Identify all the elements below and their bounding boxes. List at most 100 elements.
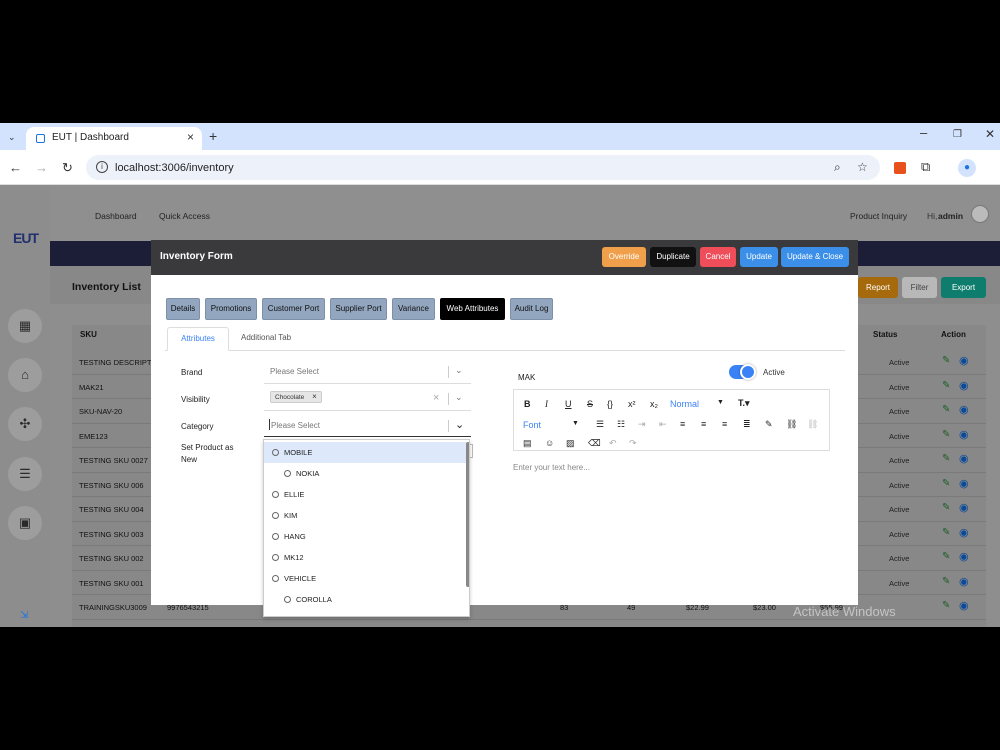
edit-pencil-icon[interactable]: ✎ xyxy=(942,527,950,538)
undo-icon[interactable]: ↶ xyxy=(609,438,617,448)
view-eye-icon[interactable]: ◉ xyxy=(959,575,969,588)
tab-details[interactable]: Details xyxy=(166,298,200,320)
caret-down-icon[interactable]: ▼ xyxy=(572,419,579,429)
chip-remove-icon[interactable]: × xyxy=(312,392,317,401)
tab-audit-log[interactable]: Audit Log xyxy=(510,298,553,320)
view-eye-icon[interactable]: ◉ xyxy=(959,428,969,441)
editor-textarea[interactable]: Enter your text here... xyxy=(513,463,590,472)
browser-tab[interactable]: EUT | Dashboard × xyxy=(26,127,202,150)
nav-quick-access[interactable]: Quick Access xyxy=(159,211,210,221)
cancel-button[interactable]: Cancel xyxy=(700,247,736,267)
bookmark-star-icon[interactable]: ☆ xyxy=(857,160,868,174)
tab-variance[interactable]: Variance xyxy=(392,298,435,320)
edit-pencil-icon[interactable]: ✎ xyxy=(942,502,950,513)
reload-icon[interactable]: ↻ xyxy=(62,161,73,175)
network-icon[interactable]: ✣ xyxy=(8,407,42,441)
close-window-icon[interactable]: ✕ xyxy=(985,127,995,141)
profile-icon[interactable]: ● xyxy=(958,159,976,177)
edit-pencil-icon[interactable]: ✎ xyxy=(942,355,950,366)
strikethrough-icon[interactable]: S xyxy=(587,399,593,409)
view-eye-icon[interactable]: ◉ xyxy=(959,599,969,612)
align-left-icon[interactable]: ≡ xyxy=(680,419,685,429)
edit-pencil-icon[interactable]: ✎ xyxy=(942,478,950,489)
new-tab-icon[interactable]: + xyxy=(209,129,217,143)
briefcase-icon[interactable]: ▣ xyxy=(8,506,42,540)
superscript-icon[interactable]: x² xyxy=(628,399,636,409)
column-header-status[interactable]: Status xyxy=(873,330,897,339)
tab-supplier-port[interactable]: Supplier Port xyxy=(330,298,387,320)
view-eye-icon[interactable]: ◉ xyxy=(959,379,969,392)
restore-icon[interactable]: ❐ xyxy=(953,128,962,142)
code-icon[interactable]: {} xyxy=(607,399,613,409)
edit-pencil-icon[interactable]: ✎ xyxy=(942,551,950,562)
tab-search-chevron-icon[interactable]: ⌄ xyxy=(8,130,16,144)
link-icon[interactable]: ⛓ xyxy=(786,419,797,429)
layers-icon[interactable]: ☰ xyxy=(8,457,42,491)
list-item[interactable]: ELLIE xyxy=(264,484,464,505)
font-select[interactable]: Font xyxy=(523,420,541,430)
bold-icon[interactable]: B xyxy=(524,399,531,409)
avatar[interactable] xyxy=(971,205,989,223)
list-item[interactable]: KIM xyxy=(264,505,464,526)
dashboard-grid-icon[interactable]: ▦ xyxy=(8,309,42,343)
list-item[interactable]: MOBILE xyxy=(264,442,466,463)
logout-icon[interactable]: ⇲ xyxy=(20,610,28,621)
nav-dashboard[interactable]: Dashboard xyxy=(95,211,137,221)
minimize-icon[interactable]: – xyxy=(920,126,927,140)
chevron-down-icon[interactable]: ⌄ xyxy=(455,365,463,376)
list-item[interactable]: MK12 xyxy=(264,547,464,568)
view-eye-icon[interactable]: ◉ xyxy=(959,526,969,539)
tab-customer-port[interactable]: Customer Port xyxy=(262,298,325,320)
edit-pencil-icon[interactable]: ✎ xyxy=(942,600,950,611)
edit-pencil-icon[interactable]: ✎ xyxy=(942,380,950,391)
report-button[interactable]: Report xyxy=(858,277,898,298)
update-close-button[interactable]: Update & Close xyxy=(781,247,849,267)
align-justify-icon[interactable]: ≣ xyxy=(743,419,751,429)
override-button[interactable]: Override xyxy=(602,247,646,267)
bullet-list-icon[interactable]: ☰ xyxy=(596,419,604,429)
image-icon[interactable]: ▨ xyxy=(566,438,575,448)
edit-pencil-icon[interactable]: ✎ xyxy=(942,453,950,464)
omnibox[interactable]: i localhost:3006/inventory ⌕ ☆ xyxy=(86,155,880,180)
redo-icon[interactable]: ↷ xyxy=(629,438,637,448)
tab-attributes[interactable]: Attributes xyxy=(167,327,229,351)
edit-pencil-icon[interactable]: ✎ xyxy=(942,404,950,415)
category-select[interactable]: Please Select xyxy=(271,421,320,430)
italic-icon[interactable]: I xyxy=(545,399,548,409)
extension-icon[interactable] xyxy=(894,162,906,174)
gift-icon[interactable]: ⌂ xyxy=(8,358,42,392)
ordered-list-icon[interactable]: ☷ xyxy=(617,419,625,429)
tab-web-attributes[interactable]: Web Attributes xyxy=(440,298,505,320)
tab-promotions[interactable]: Promotions xyxy=(205,298,257,320)
active-toggle[interactable] xyxy=(729,364,756,380)
text-size-icon[interactable]: T.▾ xyxy=(738,398,750,408)
view-eye-icon[interactable]: ◉ xyxy=(959,354,969,367)
eraser-icon[interactable]: ⌫ xyxy=(588,438,601,448)
list-item[interactable]: VEHICLE xyxy=(264,568,464,589)
update-button[interactable]: Update xyxy=(740,247,778,267)
clear-icon[interactable]: × xyxy=(433,392,439,404)
view-eye-icon[interactable]: ◉ xyxy=(959,403,969,416)
underline-icon[interactable]: U xyxy=(565,399,572,409)
tab-additional[interactable]: Additional Tab xyxy=(241,333,291,342)
user-name[interactable]: admin xyxy=(938,211,963,221)
emoji-icon[interactable]: ☺ xyxy=(545,438,554,448)
edit-pencil-icon[interactable]: ✎ xyxy=(942,576,950,587)
back-icon[interactable]: ← xyxy=(9,161,22,175)
view-eye-icon[interactable]: ◉ xyxy=(959,501,969,514)
view-eye-icon[interactable]: ◉ xyxy=(959,477,969,490)
chevron-down-icon[interactable]: ⌄ xyxy=(455,418,464,431)
brand-select[interactable]: Please Select xyxy=(270,367,319,376)
edit-pencil-icon[interactable]: ✎ xyxy=(942,429,950,440)
close-tab-icon[interactable]: × xyxy=(187,130,194,144)
subscript-icon[interactable]: x₂ xyxy=(650,399,658,409)
export-button[interactable]: Export xyxy=(941,277,986,298)
align-center-icon[interactable]: ≡ xyxy=(701,419,706,429)
size-select[interactable]: Normal xyxy=(670,399,699,409)
dropdown-scrollbar[interactable] xyxy=(466,442,469,587)
align-right-icon[interactable]: ≡ xyxy=(722,419,727,429)
list-item[interactable]: COROLLA xyxy=(264,589,464,610)
unlink-icon[interactable]: ⛓ xyxy=(807,419,818,429)
list-item[interactable]: HANG xyxy=(264,526,464,547)
nav-product-inquiry[interactable]: Product Inquiry xyxy=(850,211,907,221)
